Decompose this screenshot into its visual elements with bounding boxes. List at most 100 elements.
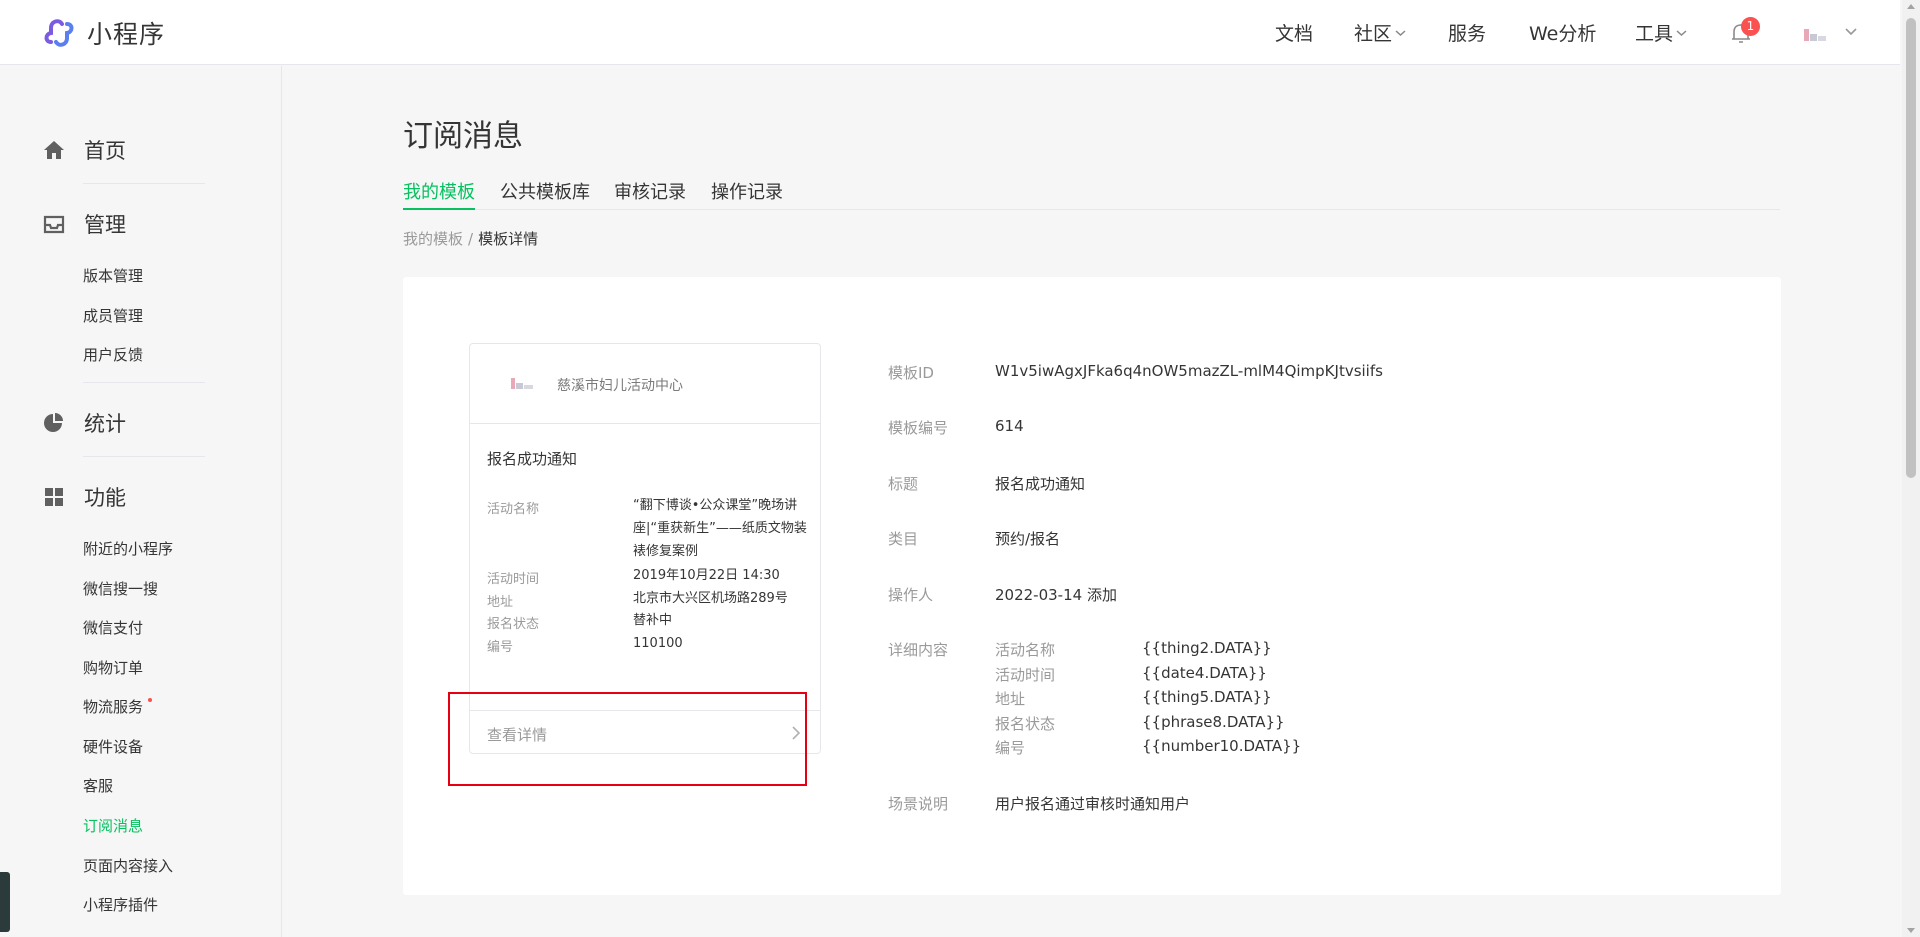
notification-badge: 1 bbox=[1741, 17, 1760, 36]
nav-we-analysis[interactable]: We分析 bbox=[1529, 0, 1596, 65]
grid-icon bbox=[45, 488, 63, 506]
sidebar-item-nearby[interactable]: 附近的小程序 bbox=[83, 538, 173, 559]
tab-review-records[interactable]: 审核记录 bbox=[614, 178, 686, 210]
preview-title: 报名成功通知 bbox=[487, 450, 578, 468]
sidebar-item-customer-service[interactable]: 客服 bbox=[83, 775, 113, 796]
breadcrumb: 我的模板 / 模板详情 bbox=[403, 228, 538, 249]
avatar[interactable] bbox=[1802, 26, 1828, 42]
content-field-key: {{number10.DATA}} bbox=[1142, 737, 1302, 755]
sidebar-section-label: 功能 bbox=[84, 486, 126, 510]
sidebar-item-page-content[interactable]: 页面内容接入 bbox=[83, 855, 173, 876]
detail-label-scene: 场景说明 bbox=[888, 795, 949, 813]
app-name: 小程序 bbox=[87, 20, 166, 49]
sidebar-item-plugins[interactable]: 小程序插件 bbox=[83, 894, 158, 915]
annotation-highlight-box bbox=[448, 692, 807, 786]
top-bar: 小程序 文档 社区 服务 We分析 工具 1 bbox=[0, 0, 1900, 65]
content-field-key: {{thing2.DATA}} bbox=[1142, 639, 1272, 657]
scrollbar-thumb[interactable] bbox=[1906, 18, 1916, 478]
content-field-label: 地址 bbox=[995, 690, 1026, 708]
nav-label: 文档 bbox=[1275, 23, 1314, 45]
page-scrollbar[interactable] bbox=[1902, 0, 1920, 937]
new-dot-badge bbox=[148, 698, 153, 702]
inbox-icon bbox=[43, 215, 65, 234]
preview-field-label: 报名状态 bbox=[487, 617, 540, 632]
nav-label: 服务 bbox=[1448, 23, 1487, 45]
nav-tools[interactable]: 工具 bbox=[1635, 0, 1687, 65]
sidebar-section-features[interactable]: 功能 bbox=[42, 482, 126, 512]
detail-value-category: 预约/报名 bbox=[995, 530, 1061, 548]
sidebar-item-wechat-pay[interactable]: 微信支付 bbox=[83, 617, 143, 638]
detail-value-scene: 用户报名通过审核时通知用户 bbox=[995, 795, 1191, 813]
scroll-up-arrow-icon[interactable] bbox=[1907, 4, 1915, 9]
sidebar-section-home[interactable]: 首页 bbox=[42, 135, 126, 165]
miniprogram-logo-icon bbox=[44, 19, 74, 47]
detail-value-title: 报名成功通知 bbox=[995, 475, 1086, 493]
sidebar-item-hardware[interactable]: 硬件设备 bbox=[83, 736, 143, 757]
detail-label-operator: 操作人 bbox=[888, 586, 934, 604]
content-field-label: 报名状态 bbox=[995, 715, 1056, 733]
tab-bar: 我的模板 公共模板库 审核记录 操作记录 bbox=[403, 174, 1780, 210]
org-name: 慈溪市妇儿活动中心 bbox=[557, 378, 683, 394]
content-field-label: 活动名称 bbox=[995, 641, 1056, 659]
content-field-label: 编号 bbox=[995, 739, 1026, 757]
pie-chart-icon bbox=[44, 413, 63, 432]
breadcrumb-parent-link[interactable]: 我的模板 bbox=[403, 230, 463, 248]
preview-field-label: 地址 bbox=[487, 595, 514, 610]
detail-value-number: 614 bbox=[995, 417, 1024, 435]
detail-label-number: 模板编号 bbox=[888, 419, 949, 437]
chevron-down-icon[interactable] bbox=[1844, 24, 1858, 38]
nav-label: 工具 bbox=[1635, 23, 1674, 45]
detail-label-template-id: 模板ID bbox=[888, 364, 934, 382]
sidebar-section-label: 统计 bbox=[84, 412, 126, 436]
chevron-down-icon bbox=[1676, 29, 1687, 36]
sidebar-divider bbox=[83, 456, 205, 457]
preview-field-value: 北京市大兴区机场路289号 bbox=[633, 591, 788, 606]
nav-label: 社区 bbox=[1354, 23, 1393, 45]
content-field-key: {{thing5.DATA}} bbox=[1142, 688, 1272, 706]
floating-widget-handle[interactable] bbox=[0, 872, 10, 932]
preview-field-value: 2019年10月22日 14:30 bbox=[633, 568, 780, 583]
detail-label-category: 类目 bbox=[888, 530, 919, 548]
sidebar-section-stats[interactable]: 统计 bbox=[42, 408, 126, 438]
sidebar-item-wechat-search[interactable]: 微信搜一搜 bbox=[83, 578, 158, 599]
sidebar-divider bbox=[83, 183, 205, 184]
preview-field-value: “翻下博谈•公众课堂”晚场讲座|“重获新生”——纸质文物装裱修复案例 bbox=[633, 498, 807, 559]
sidebar-item-members[interactable]: 成员管理 bbox=[83, 305, 143, 326]
scroll-down-arrow-icon[interactable] bbox=[1907, 928, 1915, 933]
tab-operation-records[interactable]: 操作记录 bbox=[711, 178, 783, 210]
nav-label: We分析 bbox=[1529, 23, 1597, 45]
sidebar-item-label: 物流服务 bbox=[83, 698, 144, 716]
content-field-label: 活动时间 bbox=[995, 666, 1056, 684]
app-logo[interactable]: 小程序 bbox=[42, 16, 165, 50]
nav-docs[interactable]: 文档 bbox=[1275, 0, 1313, 65]
detail-value-operator: 2022-03-14 添加 bbox=[995, 586, 1117, 604]
nav-services[interactable]: 服务 bbox=[1448, 0, 1486, 65]
breadcrumb-separator: / bbox=[468, 230, 474, 248]
preview-field-value: 110100 bbox=[633, 636, 683, 651]
sidebar-item-subscribe-message[interactable]: 订阅消息 bbox=[83, 815, 143, 836]
preview-field-value: 替补中 bbox=[633, 613, 673, 628]
content-field-key: {{phrase8.DATA}} bbox=[1142, 713, 1285, 731]
sidebar-item-orders[interactable]: 购物订单 bbox=[83, 657, 143, 678]
chevron-down-icon bbox=[1395, 29, 1406, 36]
detail-label-content: 详细内容 bbox=[888, 641, 949, 659]
preview-field-label: 活动名称 bbox=[487, 502, 540, 517]
tab-public-library[interactable]: 公共模板库 bbox=[500, 178, 590, 210]
detail-value-template-id: W1v5iwAgxJFka6q4nOW5mazZL-mlM4QimpKJtvsi… bbox=[995, 362, 1383, 380]
sidebar-item-logistics[interactable]: 物流服务 bbox=[83, 696, 153, 717]
breadcrumb-current: 模板详情 bbox=[478, 230, 539, 248]
sidebar-item-version[interactable]: 版本管理 bbox=[83, 265, 143, 286]
preview-field-label: 活动时间 bbox=[487, 572, 540, 587]
sidebar-section-manage[interactable]: 管理 bbox=[42, 209, 126, 239]
sidebar-divider bbox=[83, 382, 205, 383]
page-title: 订阅消息 bbox=[403, 119, 523, 154]
preview-card-header: 慈溪市妇儿活动中心 bbox=[470, 344, 820, 424]
sidebar-item-feedback[interactable]: 用户反馈 bbox=[83, 344, 143, 365]
preview-field-label: 编号 bbox=[487, 640, 514, 655]
detail-label-title: 标题 bbox=[888, 475, 919, 493]
home-icon bbox=[44, 141, 64, 159]
tab-my-templates[interactable]: 我的模板 bbox=[403, 178, 475, 210]
org-logo bbox=[511, 378, 533, 389]
sidebar-section-label: 首页 bbox=[84, 139, 126, 163]
nav-community[interactable]: 社区 bbox=[1354, 0, 1406, 65]
